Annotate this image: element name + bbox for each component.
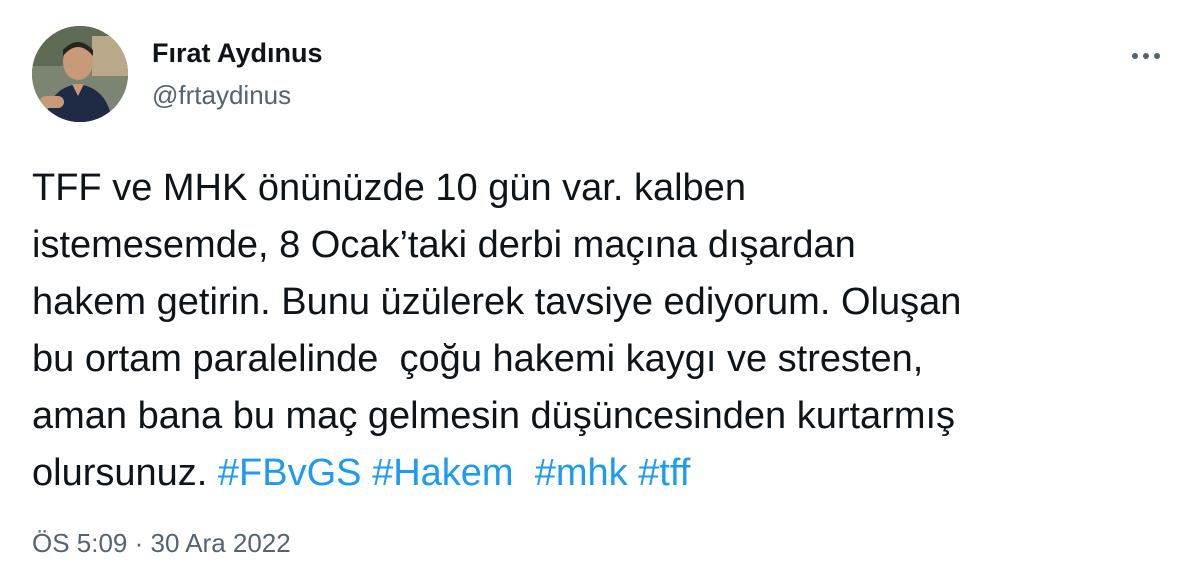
hashtag-link[interactable]: #mhk	[535, 452, 628, 494]
tweet-line: bu ortam paralelinde çoğu hakemi kaygı v…	[32, 338, 924, 380]
hashtag-link[interactable]: #tff	[638, 452, 690, 494]
tweet-line: istemesemde, 8 Ocak’taki derbi maçına dı…	[32, 224, 856, 266]
avatar-image	[32, 26, 128, 122]
tweet-card: Fırat Aydınus @frtaydinus TFF ve MHK önü…	[0, 0, 1200, 588]
more-horizontal-icon	[1132, 53, 1160, 59]
hashtag-link[interactable]: #FBvGS	[218, 452, 362, 494]
more-options-button[interactable]	[1126, 36, 1166, 76]
tweet-last-line: olursunuz. #FBvGS #Hakem #mhk #tff	[32, 445, 1172, 502]
avatar[interactable]	[32, 26, 128, 122]
author-handle[interactable]: @frtaydinus	[152, 80, 291, 111]
hashtag-link[interactable]: #Hakem	[372, 452, 514, 494]
author-name[interactable]: Fırat Aydınus	[152, 38, 323, 69]
tweet-line: TFF ve MHK önünüzde 10 gün var. kalben	[32, 167, 746, 209]
tweet-line: olursunuz.	[32, 452, 218, 494]
tweet-timestamp[interactable]: ÖS 5:09 · 30 Ara 2022	[32, 528, 291, 559]
tweet-text: TFF ve MHK önünüzde 10 gün var. kalben i…	[32, 160, 1172, 502]
tweet-line: aman bana bu maç gelmesin düşüncesinden …	[32, 395, 956, 437]
tweet-line: hakem getirin. Bunu üzülerek tavsiye edi…	[32, 281, 962, 323]
